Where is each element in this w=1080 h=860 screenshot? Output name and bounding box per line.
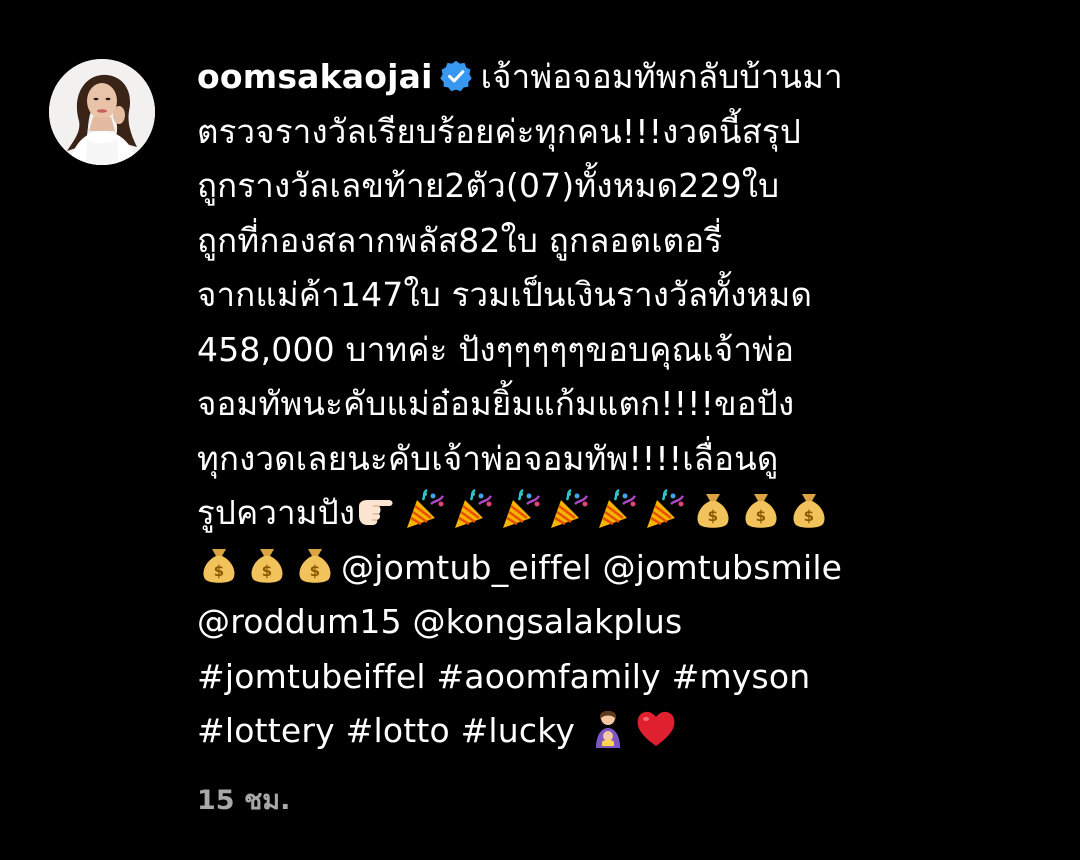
avatar[interactable] bbox=[49, 59, 155, 165]
comment: oomsakaojai เจ้าพ่อจอมทัพกลับบ้านมา ตรวจร… bbox=[0, 0, 1080, 860]
hashtag-jomtubeiffel[interactable]: #jomtubeiffel bbox=[197, 657, 426, 696]
emoji-line-2: $ $ $ @jomtub_eiffel @jomtubsmile bbox=[197, 541, 987, 596]
money-bag-icon: $ bbox=[245, 543, 289, 587]
svg-text:$: $ bbox=[310, 562, 321, 580]
party-popper-icon bbox=[547, 488, 591, 532]
hashtag-aoomfamily[interactable]: #aoomfamily bbox=[436, 657, 660, 696]
caption-line-6: 458,000 บาทค่ะ ปังๆๆๆๆๆขอบคุณเจ้าพ่อ bbox=[197, 329, 795, 369]
party-popper-icon bbox=[451, 488, 495, 532]
first-line: oomsakaojai เจ้าพ่อจอมทัพกลับบ้านมา bbox=[197, 50, 987, 105]
svg-text:$: $ bbox=[804, 507, 815, 525]
timestamp: 15 ชม. bbox=[197, 785, 291, 816]
red-heart-icon bbox=[634, 706, 678, 750]
mention-jomtub-eiffel[interactable]: @jomtub_eiffel bbox=[341, 548, 592, 587]
caption-line-3: ถูกรางวัลเลขท้าย2ตัว(07)ทั้งหมด229ใบ bbox=[197, 166, 780, 205]
mention-roddum15[interactable]: @roddum15 bbox=[197, 602, 402, 641]
hashtag-myson[interactable]: #myson bbox=[672, 657, 811, 696]
caption-line-7: จอมทัพนะคับแม่อ๋อมยิ้มแก้มแตก!!!!ขอปัง bbox=[197, 384, 795, 423]
money-bag-icon: $ bbox=[787, 488, 831, 532]
money-bag-icon: $ bbox=[293, 543, 337, 587]
svg-text:$: $ bbox=[214, 562, 225, 580]
verified-badge-icon bbox=[439, 59, 473, 93]
backhand-index-pointing-right-icon bbox=[355, 488, 399, 532]
profile-photo-icon bbox=[49, 59, 155, 165]
party-popper-icon bbox=[643, 488, 687, 532]
hashtag-lottery[interactable]: #lottery bbox=[197, 711, 335, 750]
party-popper-icon bbox=[403, 488, 447, 532]
mention-jomtubsmile[interactable]: @jomtubsmile bbox=[603, 548, 843, 587]
caption-line-9: รูปความปัง bbox=[197, 493, 356, 532]
money-bag-icon: $ bbox=[739, 488, 783, 532]
svg-text:$: $ bbox=[708, 507, 719, 525]
caption-line-4: ถูกที่กองสลากพลัส82ใบ ถูกลอตเตอรี่ bbox=[197, 220, 723, 260]
money-bag-icon: $ bbox=[691, 488, 735, 532]
username-link[interactable]: oomsakaojai bbox=[197, 57, 433, 96]
money-bag-icon: $ bbox=[197, 543, 241, 587]
party-popper-icon bbox=[595, 488, 639, 532]
svg-text:$: $ bbox=[262, 562, 273, 580]
hashtags-line-2: #lottery #lotto #lucky bbox=[197, 704, 987, 759]
emoji-line-1: รูปความปัง $ $ $ bbox=[197, 486, 987, 541]
mention-kongsalakplus[interactable]: @kongsalakplus bbox=[412, 602, 682, 641]
party-popper-icon bbox=[499, 488, 543, 532]
mentions-line: @roddum15 @kongsalakplus bbox=[197, 595, 987, 650]
caption-line-8: ทุกงวดเลยนะคับเจ้าพ่อจอมทัพ!!!!เลื่อนดู bbox=[197, 438, 779, 478]
comment-text: oomsakaojai เจ้าพ่อจอมทัพกลับบ้านมา ตรวจร… bbox=[197, 50, 987, 759]
caption-line-5: จากแม่ค้า147ใบ รวมเป็นเงินรางวัลทั้งหมด bbox=[197, 275, 813, 314]
svg-text:$: $ bbox=[756, 507, 767, 525]
hashtag-lotto[interactable]: #lotto bbox=[346, 711, 450, 750]
caption-line-2: ตรวจรางวัลเรียบร้อยค่ะทุกคน!!!งวดนี้สรุป bbox=[197, 111, 802, 151]
hashtag-lucky[interactable]: #lucky bbox=[461, 711, 576, 750]
woman-with-baby-icon bbox=[586, 706, 630, 750]
hashtags-line-1: #jomtubeiffel #aoomfamily #myson bbox=[197, 650, 987, 705]
caption-line-1: เจ้าพ่อจอมทัพกลับบ้านมา bbox=[480, 57, 843, 96]
